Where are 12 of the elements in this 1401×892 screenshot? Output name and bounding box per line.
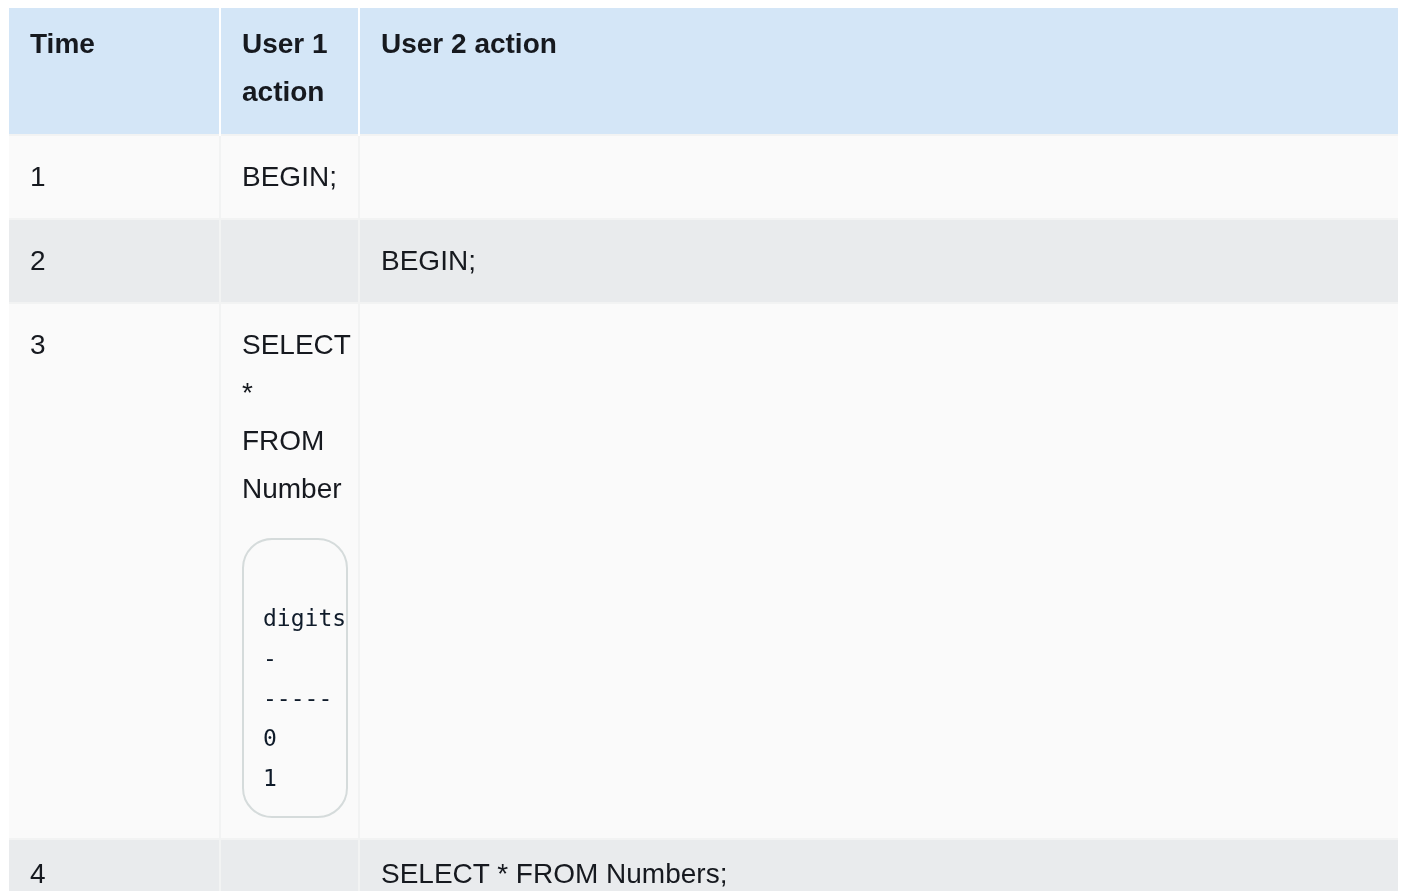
cell-text: BEGIN; <box>242 160 337 194</box>
cell-text: 1 <box>30 160 47 194</box>
cell-text: SELECT * FROM Numbers; <box>381 857 729 891</box>
cell-text: SELECT * FROM Number <box>242 328 351 506</box>
cell-text: 4 <box>30 857 47 891</box>
cell-text: 3 <box>30 328 47 362</box>
cell-text: BEGIN; <box>381 244 477 278</box>
cell-text: 2 <box>30 244 47 278</box>
column-header: Time <box>9 8 220 135</box>
column-header: User 2 action <box>359 8 1398 135</box>
column-header: User 1 action <box>220 8 359 135</box>
code-block: digits - ----- 0 1 <box>242 538 349 818</box>
